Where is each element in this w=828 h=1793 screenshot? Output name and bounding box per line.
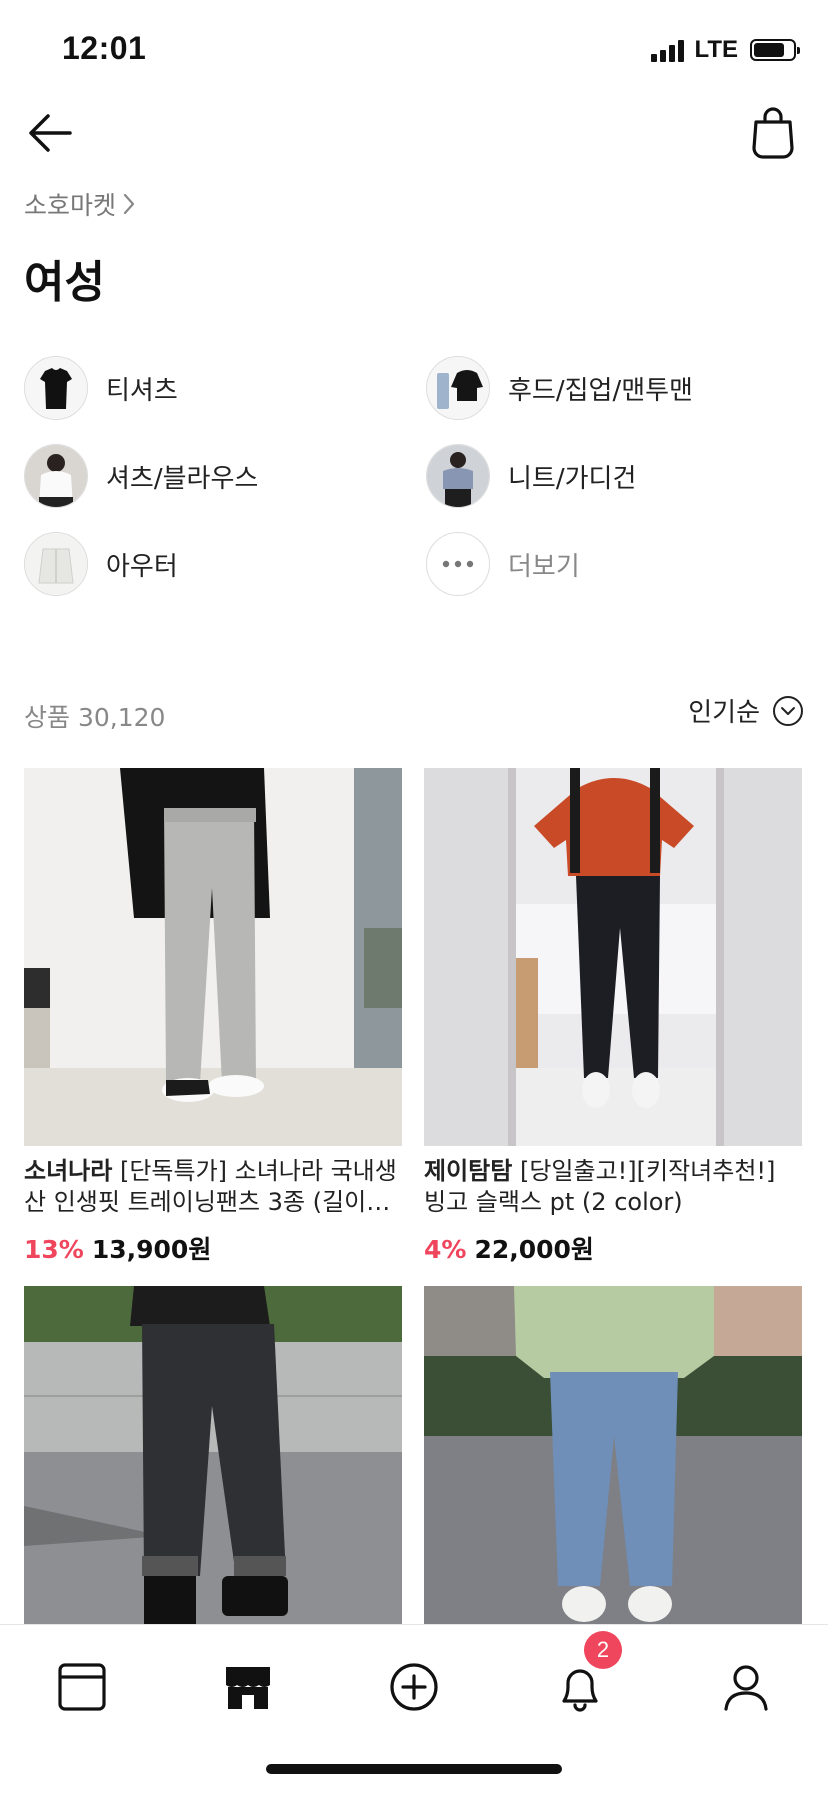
store-icon (226, 1667, 270, 1709)
category-label: 니트/가디건 (508, 463, 637, 494)
sort-label: 인기순 (688, 698, 760, 728)
blouse-thumb (24, 444, 88, 508)
breadcrumb[interactable]: 소호마켓 (24, 186, 136, 222)
chevron-right-icon (123, 193, 135, 215)
product-card[interactable] (24, 1286, 402, 1626)
add-circle-icon (390, 1663, 438, 1711)
product-price-row: 4% 22,000원 (424, 1230, 802, 1266)
category-label: 셔츠/블라우스 (106, 463, 259, 494)
tab-add[interactable] (384, 1657, 444, 1717)
hoodie-thumb (426, 356, 490, 420)
tshirt-thumb (24, 356, 88, 420)
product-price: 13,900원 (91, 1235, 212, 1264)
feed-icon (58, 1663, 106, 1711)
status-time: 12:01 (62, 30, 147, 66)
product-card[interactable]: 소녀나라 [단독특가] 소녀나라 국내생산 인생핏 트레이닝팬츠 3종 (길이추… (24, 768, 402, 1266)
product-title[interactable]: 제이탐탐 [당일출고!][키작녀추천!] 빙고 슬랙스 pt (2 color) (424, 1156, 802, 1218)
product-title[interactable]: 소녀나라 [단독특가] 소녀나라 국내생산 인생핏 트레이닝팬츠 3종 (길이추… (24, 1156, 402, 1218)
cart-button[interactable] (748, 106, 798, 160)
sort-dropdown[interactable]: 인기순 (688, 692, 804, 729)
category-label: 후드/집업/맨투맨 (508, 375, 693, 406)
product-card[interactable]: 제이탐탐 [당일출고!][키작녀추천!] 빙고 슬랙스 pt (2 color)… (424, 768, 802, 1266)
category-more[interactable]: 더보기 (426, 532, 580, 596)
product-image[interactable] (24, 768, 402, 1146)
bell-icon (562, 1669, 598, 1712)
person-icon (724, 1665, 768, 1711)
network-label: LTE (694, 36, 738, 63)
category-tshirt[interactable]: 티셔츠 (24, 356, 178, 420)
tab-profile[interactable] (716, 1657, 776, 1717)
breadcrumb-label: 소호마켓 (24, 191, 117, 220)
category-label: 더보기 (508, 551, 580, 582)
notification-badge: 2 (584, 1631, 622, 1669)
more-dots-icon (426, 532, 490, 596)
product-brand: 소녀나라 (24, 1157, 113, 1185)
product-image[interactable] (424, 1286, 802, 1626)
product-count: 상품 30,120 (24, 703, 166, 732)
category-label: 아우터 (106, 551, 178, 582)
home-indicator (266, 1764, 562, 1774)
shopping-bag-icon (752, 107, 794, 159)
category-hoodie[interactable]: 후드/집업/맨투맨 (426, 356, 693, 420)
category-blouse[interactable]: 셔츠/블라우스 (24, 444, 258, 508)
discount-rate: 13% (24, 1235, 84, 1264)
knit-thumb (426, 444, 490, 508)
tab-store[interactable] (218, 1657, 278, 1717)
page-title: 여성 (24, 257, 105, 308)
category-label: 티셔츠 (106, 375, 178, 406)
arrow-left-icon (29, 114, 72, 152)
category-outer[interactable]: 아우터 (24, 532, 178, 596)
product-image[interactable] (424, 768, 802, 1146)
outer-thumb (24, 532, 88, 596)
category-knit[interactable]: 니트/가디건 (426, 444, 636, 508)
product-card[interactable] (424, 1286, 802, 1626)
status-indicators: LTE (651, 36, 800, 64)
product-brand: 제이탐탐 (424, 1157, 513, 1185)
discount-rate: 4% (424, 1235, 467, 1264)
signal-icon (651, 38, 685, 62)
tab-feed[interactable] (52, 1657, 112, 1717)
back-button[interactable] (24, 108, 78, 158)
product-price-row: 13% 13,900원 (24, 1230, 402, 1266)
product-price: 22,000원 (474, 1235, 594, 1264)
product-image[interactable] (24, 1286, 402, 1626)
chevron-down-circle-icon (773, 695, 803, 726)
battery-icon (750, 39, 800, 61)
